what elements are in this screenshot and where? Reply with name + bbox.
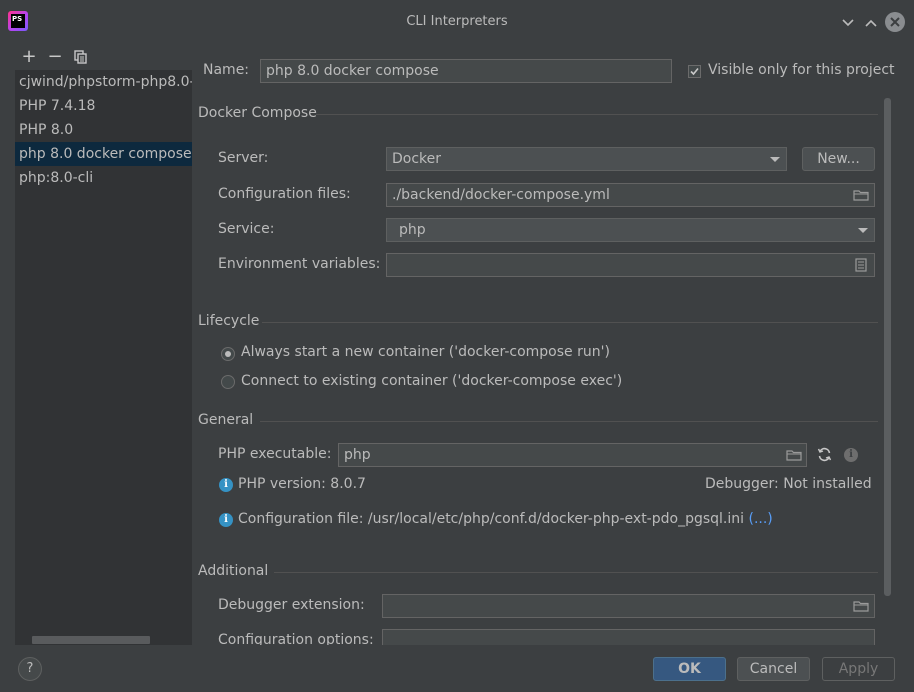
plus-icon: + xyxy=(21,46,37,67)
debugger-extension-label: Debugger extension: xyxy=(218,597,365,613)
close-button[interactable] xyxy=(885,12,905,32)
copy-interpreter-button[interactable] xyxy=(72,47,90,67)
name-label: Name: xyxy=(203,62,250,78)
folder-icon[interactable] xyxy=(853,600,869,612)
interpreter-list: cjwind/phpstorm-php8.0-cli PHP 7.4.18 PH… xyxy=(15,70,192,645)
php-version-text: PHP version: 8.0.7 xyxy=(238,476,366,492)
refresh-icon[interactable] xyxy=(817,447,832,462)
config-files-value: ./backend/docker-compose.yml xyxy=(392,187,610,203)
dropdown-arrow-icon xyxy=(858,228,868,233)
add-interpreter-button[interactable]: + xyxy=(20,47,38,67)
radio-selected-dot xyxy=(225,351,231,357)
docker-compose-section-title: Docker Compose xyxy=(198,105,317,121)
interpreter-item[interactable]: cjwind/phpstorm-php8.0-cli xyxy=(15,70,192,94)
divider xyxy=(262,322,878,323)
php-executable-value: php xyxy=(344,447,371,463)
interpreter-item[interactable]: PHP 8.0 xyxy=(15,118,192,142)
new-server-button[interactable]: New... xyxy=(802,147,875,171)
visible-only-checkbox[interactable] xyxy=(688,65,701,78)
lifecycle-section-title: Lifecycle xyxy=(198,313,260,329)
php-executable-label: PHP executable: xyxy=(218,446,332,462)
divider xyxy=(316,114,878,115)
minus-icon: − xyxy=(47,46,63,67)
list-horizontal-scrollbar[interactable] xyxy=(32,636,150,644)
radio-docker-compose-run[interactable] xyxy=(221,347,235,361)
content-vertical-scrollbar[interactable] xyxy=(884,98,891,596)
additional-section-title: Additional xyxy=(198,563,269,579)
debugger-value: Not installed xyxy=(783,476,872,492)
debugger-extension-input[interactable] xyxy=(382,594,875,618)
folder-icon[interactable] xyxy=(786,449,802,461)
config-file-more-link[interactable]: (...) xyxy=(748,511,772,527)
server-dropdown[interactable]: Docker xyxy=(386,147,787,171)
server-label: Server: xyxy=(218,150,269,166)
name-input[interactable]: php 8.0 docker compose xyxy=(260,59,672,83)
checkmark-icon xyxy=(690,67,699,76)
cancel-button[interactable]: Cancel xyxy=(737,657,810,681)
info-icon: i xyxy=(219,478,233,492)
env-vars-input[interactable] xyxy=(386,253,875,277)
general-section-title: General xyxy=(198,412,254,428)
browse-env-vars-icon[interactable] xyxy=(855,258,867,272)
config-file-text: Configuration file: /usr/local/etc/php/c… xyxy=(238,511,745,527)
option-run-label[interactable]: Always start a new container ('docker-co… xyxy=(241,344,610,360)
help-button[interactable]: ? xyxy=(18,657,42,681)
ok-button[interactable]: OK xyxy=(653,657,726,681)
clipped-row: Configuration options: xyxy=(192,627,882,645)
php-info-icon[interactable]: i xyxy=(844,448,858,462)
php-executable-input[interactable]: php xyxy=(338,443,807,467)
env-vars-label: Environment variables: xyxy=(218,256,381,272)
maximize-button[interactable] xyxy=(861,12,881,32)
service-value: php xyxy=(399,222,426,238)
interpreter-item-selected[interactable]: php 8.0 docker compose xyxy=(15,142,192,166)
config-options-input[interactable] xyxy=(382,629,875,645)
config-file-line: Configuration file: /usr/local/etc/php/c… xyxy=(238,511,773,527)
service-dropdown[interactable]: php xyxy=(386,218,875,242)
divider xyxy=(274,572,878,573)
service-label: Service: xyxy=(218,221,275,237)
copy-icon xyxy=(74,50,87,64)
interpreter-item[interactable]: php:8.0-cli xyxy=(15,166,192,190)
chevron-up-icon xyxy=(865,19,877,27)
debugger-label: Debugger: xyxy=(705,476,779,492)
debugger-status: Debugger: Not installed xyxy=(705,476,872,492)
dropdown-arrow-icon xyxy=(770,157,780,162)
radio-docker-compose-exec[interactable] xyxy=(221,375,235,389)
config-files-input[interactable]: ./backend/docker-compose.yml xyxy=(386,183,875,207)
close-icon xyxy=(890,17,900,27)
server-value: Docker xyxy=(392,151,442,167)
visible-only-label[interactable]: Visible only for this project xyxy=(708,62,895,78)
option-exec-label[interactable]: Connect to existing container ('docker-c… xyxy=(241,373,622,389)
minimize-button[interactable] xyxy=(838,12,858,32)
config-options-label: Configuration options: xyxy=(218,632,374,645)
config-files-label: Configuration files: xyxy=(218,186,351,202)
chevron-down-icon xyxy=(842,19,854,27)
apply-button[interactable]: Apply xyxy=(822,657,895,681)
interpreter-item[interactable]: PHP 7.4.18 xyxy=(15,94,192,118)
window-title: CLI Interpreters xyxy=(406,14,508,29)
remove-interpreter-button[interactable]: − xyxy=(46,47,64,67)
folder-icon[interactable] xyxy=(853,189,869,201)
info-icon: i xyxy=(219,513,233,527)
divider xyxy=(260,421,878,422)
